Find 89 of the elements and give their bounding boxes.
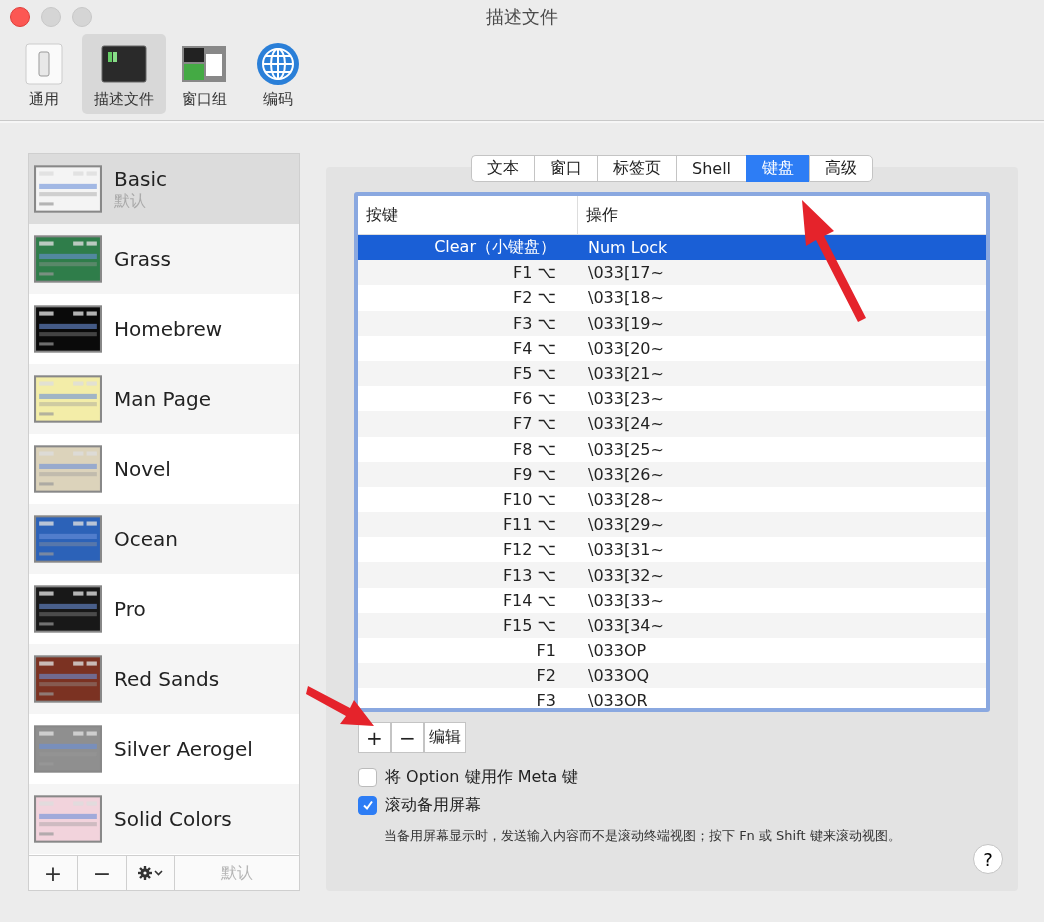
tab[interactable]: 窗口 xyxy=(534,155,597,182)
key-cell-text: F13 ⌥ xyxy=(501,565,557,585)
window-title: 描述文件 xyxy=(486,5,558,29)
remove-key-button[interactable]: − xyxy=(391,722,424,753)
table-row[interactable]: F7 ⌥ \033[24~ xyxy=(358,411,986,437)
table-row[interactable]: F9 ⌥ \033[26~ xyxy=(358,461,986,487)
key-cell-text: F5 ⌥ xyxy=(512,364,557,384)
key-cell-text: F1 ⌥ xyxy=(512,263,557,283)
action-cell-text: \033[26~ xyxy=(587,464,664,484)
action-cell-text: \033[28~ xyxy=(587,489,664,509)
table-row[interactable]: Clear（小键盘） Num Lock xyxy=(358,235,986,261)
profile-name: Pro xyxy=(114,597,146,621)
checkbox[interactable] xyxy=(358,795,377,815)
tab[interactable]: Shell xyxy=(676,155,746,182)
profile-item[interactable]: Red Sands xyxy=(29,644,299,714)
action-cell-text: \033[18~ xyxy=(587,288,664,308)
profile-name: Ocean xyxy=(114,527,178,551)
action-cell-text: \033[25~ xyxy=(587,439,664,459)
tab[interactable]: 键盘 xyxy=(746,155,809,182)
help-button[interactable]: ? xyxy=(973,844,1003,874)
action-cell-text: \033[19~ xyxy=(587,313,664,333)
close-button[interactable] xyxy=(10,7,30,27)
action-cell-text: \033OP xyxy=(587,641,647,661)
table-row[interactable]: F1 ⌥ \033[17~ xyxy=(358,260,986,286)
profile-name: Grass xyxy=(114,247,171,271)
key-cell-text: F2 ⌥ xyxy=(512,288,557,308)
action-cell-text: \033[20~ xyxy=(587,338,664,358)
profile-item[interactable]: Grass xyxy=(29,224,299,294)
profile-name: Red Sands xyxy=(114,667,220,691)
action-cell-text: \033OR xyxy=(587,691,648,708)
action-cell-text: \033[34~ xyxy=(587,615,664,635)
key-cell-text: F15 ⌥ xyxy=(501,615,557,635)
globe-icon xyxy=(254,40,302,88)
add-key-button[interactable]: + xyxy=(358,722,391,753)
key-cell-text: F3 ⌥ xyxy=(512,313,557,333)
column-header[interactable]: 按键 xyxy=(358,196,578,234)
profile-name: Basic xyxy=(114,166,167,191)
key-cell-text: F4 ⌥ xyxy=(512,338,557,358)
toolbar-tab[interactable]: 编码 xyxy=(242,34,314,114)
profile-name: Solid Colors xyxy=(114,807,232,831)
action-cell-text: \033[33~ xyxy=(587,590,664,610)
tab[interactable]: 标签页 xyxy=(597,155,676,182)
profile-name: Homebrew xyxy=(114,317,223,341)
profile-item[interactable]: Solid Colors xyxy=(29,784,299,854)
action-cell-text: \033[29~ xyxy=(587,515,664,535)
key-cell-text: F12 ⌥ xyxy=(501,540,557,560)
checkbox-label: 将 Option 键用作 Meta 键 xyxy=(385,766,579,788)
edit-button[interactable]: 编辑 xyxy=(424,722,466,753)
key-cell-text: F2 xyxy=(535,666,557,686)
action-cell-text: \033OQ xyxy=(587,666,650,686)
action-cell-text: \033[17~ xyxy=(587,263,664,283)
table-row[interactable]: F11 ⌥ \033[29~ xyxy=(358,512,986,538)
table-row[interactable]: F5 ⌥ \033[21~ xyxy=(358,360,986,387)
column-header[interactable]: 操作 xyxy=(578,196,618,234)
option-description: 当备用屏幕显示时，发送输入内容而不是滚动终端视图；按下 Fn 或 Shift 键来滚动视图。 xyxy=(384,827,902,845)
tab[interactable]: 文本 xyxy=(471,155,534,182)
action-cell-text: \033[32~ xyxy=(587,565,664,585)
toolbar-tab[interactable]: 描述文件 xyxy=(82,34,166,114)
table-row[interactable]: F2 \033OQ xyxy=(358,663,986,689)
tab[interactable]: 高级 xyxy=(809,155,873,182)
toolbar-tab[interactable]: 窗口组 xyxy=(168,34,240,114)
key-cell-text: Clear（小键盘） xyxy=(433,237,557,259)
action-cell-text: \033[21~ xyxy=(587,364,664,384)
key-cell-text: F6 ⌥ xyxy=(512,389,557,409)
gear-icon xyxy=(137,866,164,880)
action-cell-text: \033[23~ xyxy=(587,389,664,409)
profile-name: Man Page xyxy=(114,387,211,411)
key-cell-text: F3 xyxy=(535,691,557,708)
table-row[interactable]: F15 ⌥ \033[34~ xyxy=(358,612,986,638)
profile-name: Novel xyxy=(114,457,171,481)
profile-item[interactable]: Ocean xyxy=(29,504,299,574)
key-cell-text: F11 ⌥ xyxy=(501,515,557,535)
table-row[interactable]: F3 ⌥ \033[19~ xyxy=(358,310,986,336)
action-cell-text: \033[31~ xyxy=(587,540,664,560)
table-row[interactable]: F13 ⌥ \033[32~ xyxy=(358,562,986,588)
key-cell-text: F10 ⌥ xyxy=(501,489,557,509)
checkbox-label: 滚动备用屏幕 xyxy=(385,794,481,816)
key-cell-text: F7 ⌥ xyxy=(512,414,557,434)
toolbar-tab[interactable]: 通用 xyxy=(8,34,80,114)
profile-name: Silver Aerogel xyxy=(114,737,253,761)
action-cell-text: Num Lock xyxy=(587,238,668,258)
key-cell-text: F1 xyxy=(535,641,557,661)
key-cell-text: F14 ⌥ xyxy=(501,590,557,610)
key-cell-text: F8 ⌥ xyxy=(512,439,557,459)
checkmark-icon xyxy=(361,799,374,811)
action-cell-text: \033[24~ xyxy=(587,414,664,434)
profile-item[interactable]: Man Page xyxy=(29,364,299,434)
checkbox[interactable] xyxy=(358,767,377,787)
key-cell-text: F9 ⌥ xyxy=(512,464,557,484)
